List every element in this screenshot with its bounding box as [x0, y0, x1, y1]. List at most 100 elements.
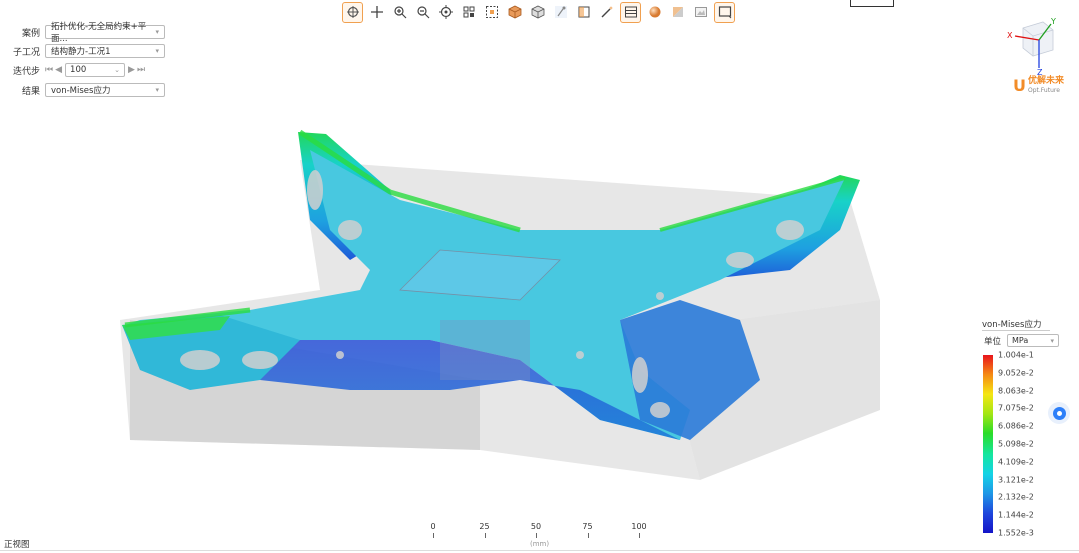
sphere-icon: [649, 6, 660, 18]
scale-tick: [536, 533, 537, 538]
step-value: 100: [70, 65, 87, 75]
logo-cn: 优解未来: [1028, 75, 1065, 86]
scale-label: 50: [530, 522, 542, 531]
center-icon: [438, 5, 453, 19]
subcase-select[interactable]: 结构静力-工况1 ▾: [45, 44, 165, 58]
result-label: 结果: [21, 86, 40, 97]
pan-button[interactable]: [367, 3, 386, 22]
zoom-out-icon: [416, 6, 429, 19]
chevron-down-icon: ▾: [1050, 336, 1055, 345]
logo-text: 优解未来 Opt.Future: [1028, 75, 1065, 95]
transparency-icon: [672, 7, 683, 17]
result-row: 结果 von-Mises应力 ▾: [0, 82, 165, 98]
fit-button[interactable]: [459, 3, 478, 22]
step-input[interactable]: 100 ⌄: [65, 63, 126, 77]
view-label: 正视图: [4, 540, 30, 550]
axis-y-label: Y: [1050, 17, 1056, 26]
step-row: 迭代步 ⏮ ◀ 100 ⌄ ▶ ⏭: [0, 62, 145, 78]
chevron-down-icon: ▾: [155, 28, 159, 36]
legend-tick: 1.004e-1: [998, 350, 1034, 360]
step-label: 迭代步: [12, 66, 40, 77]
case-label: 案例: [21, 28, 40, 39]
section-icon: [578, 6, 589, 18]
last-step-icon[interactable]: ⏭: [137, 65, 145, 75]
region-zoom-icon: [485, 6, 498, 18]
subcase-label: 子工况: [12, 47, 40, 58]
scale-unit: (mm): [530, 540, 550, 548]
legend-unit-row: 单位 MPa ▾: [984, 334, 1060, 347]
chat-icon: [1052, 406, 1066, 420]
scale-label: 25: [479, 522, 490, 531]
axis-triad[interactable]: X Y Z: [1005, 16, 1065, 76]
mesh-icon: [624, 6, 637, 18]
screen-icon: [718, 6, 731, 19]
legend-tick: 6.086e-2: [998, 421, 1034, 431]
subcase-value: 结构静力-工况1: [51, 47, 111, 57]
screen-button[interactable]: [714, 1, 735, 23]
legend-tick: 7.075e-2: [998, 403, 1034, 413]
legend-tick: 1.552e-3: [998, 528, 1034, 538]
result-select[interactable]: von-Mises应力 ▾: [45, 83, 165, 97]
brand-logo: U 优解未来 Opt.Future: [1013, 76, 1064, 95]
unit-select[interactable]: MPa ▾: [1007, 334, 1060, 347]
logo-en: Opt.Future: [1028, 86, 1060, 94]
top-toolbar: [342, 0, 735, 24]
scale-tick: [587, 533, 589, 538]
sphere-button[interactable]: [645, 3, 664, 22]
stepper-icon: ⌄: [114, 66, 121, 74]
transparency-button[interactable]: [668, 3, 687, 22]
result-value: von-Mises应力: [51, 86, 111, 96]
chevron-down-icon: ▾: [155, 86, 159, 94]
region-zoom-button[interactable]: [482, 3, 501, 22]
model-viewport[interactable]: [100, 120, 900, 500]
section-button[interactable]: [574, 3, 593, 22]
unit-value: MPa: [1012, 336, 1029, 345]
legend-colorbar: [983, 355, 993, 533]
magic-icon: [601, 6, 613, 18]
corner-tab[interactable]: [850, 0, 894, 7]
legend-tick: 1.144e-2: [998, 510, 1034, 520]
wireframe-view-button[interactable]: [528, 3, 547, 22]
scale-label: 75: [582, 522, 593, 531]
first-step-icon[interactable]: ⏮: [45, 65, 53, 75]
unit-label: 单位: [984, 336, 1002, 347]
scale-label: 100: [631, 522, 647, 531]
chevron-down-icon: ▾: [155, 47, 159, 55]
zoom-in-icon: [393, 6, 406, 19]
legend-tick: 4.109e-2: [998, 457, 1034, 467]
shaded-view-button[interactable]: [505, 3, 524, 22]
image-icon: [694, 7, 707, 17]
case-value: 拓扑优化-无全局约束+平面...: [51, 22, 147, 44]
magic-button[interactable]: [597, 3, 616, 22]
case-select[interactable]: 拓扑优化-无全局约束+平面... ▾: [45, 22, 165, 44]
image-button[interactable]: [691, 3, 710, 22]
bottom-divider: [0, 550, 1079, 551]
rotate-icon: [346, 6, 359, 18]
legend-tick: 8.063e-2: [998, 386, 1034, 396]
subcase-row: 子工况 结构静力-工况1 ▾: [0, 43, 165, 59]
legend-title: von-Mises应力: [982, 318, 1050, 331]
prev-step-icon[interactable]: ◀: [55, 65, 62, 75]
next-step-icon[interactable]: ▶: [128, 65, 135, 75]
axis-z-label: Z: [1037, 68, 1043, 76]
center-button[interactable]: [436, 3, 455, 22]
case-row: 案例 拓扑优化-无全局约束+平面... ▾: [0, 22, 165, 44]
scale-tick: [484, 533, 486, 538]
wireframe-cube-icon: [531, 5, 544, 19]
zoom-out-button[interactable]: [413, 3, 432, 22]
axis-x-label: X: [1007, 31, 1013, 40]
chat-button[interactable]: [1048, 402, 1070, 424]
legend-tick: 2.132e-2: [998, 492, 1034, 502]
mesh-button[interactable]: [620, 1, 641, 23]
legend-tick: 5.098e-2: [998, 439, 1034, 449]
scale-tick: [433, 533, 434, 538]
step-forward-controls: ▶ ⏭: [128, 65, 145, 75]
probe-button[interactable]: [551, 3, 570, 22]
probe-icon: [554, 6, 567, 18]
step-back-controls: ⏮ ◀: [45, 65, 62, 75]
zoom-in-button[interactable]: [390, 3, 409, 22]
rotate-button[interactable]: [342, 1, 363, 23]
legend-tick: 3.121e-2: [998, 475, 1034, 485]
fit-icon: [463, 6, 474, 18]
scale-label: 0: [430, 522, 436, 531]
